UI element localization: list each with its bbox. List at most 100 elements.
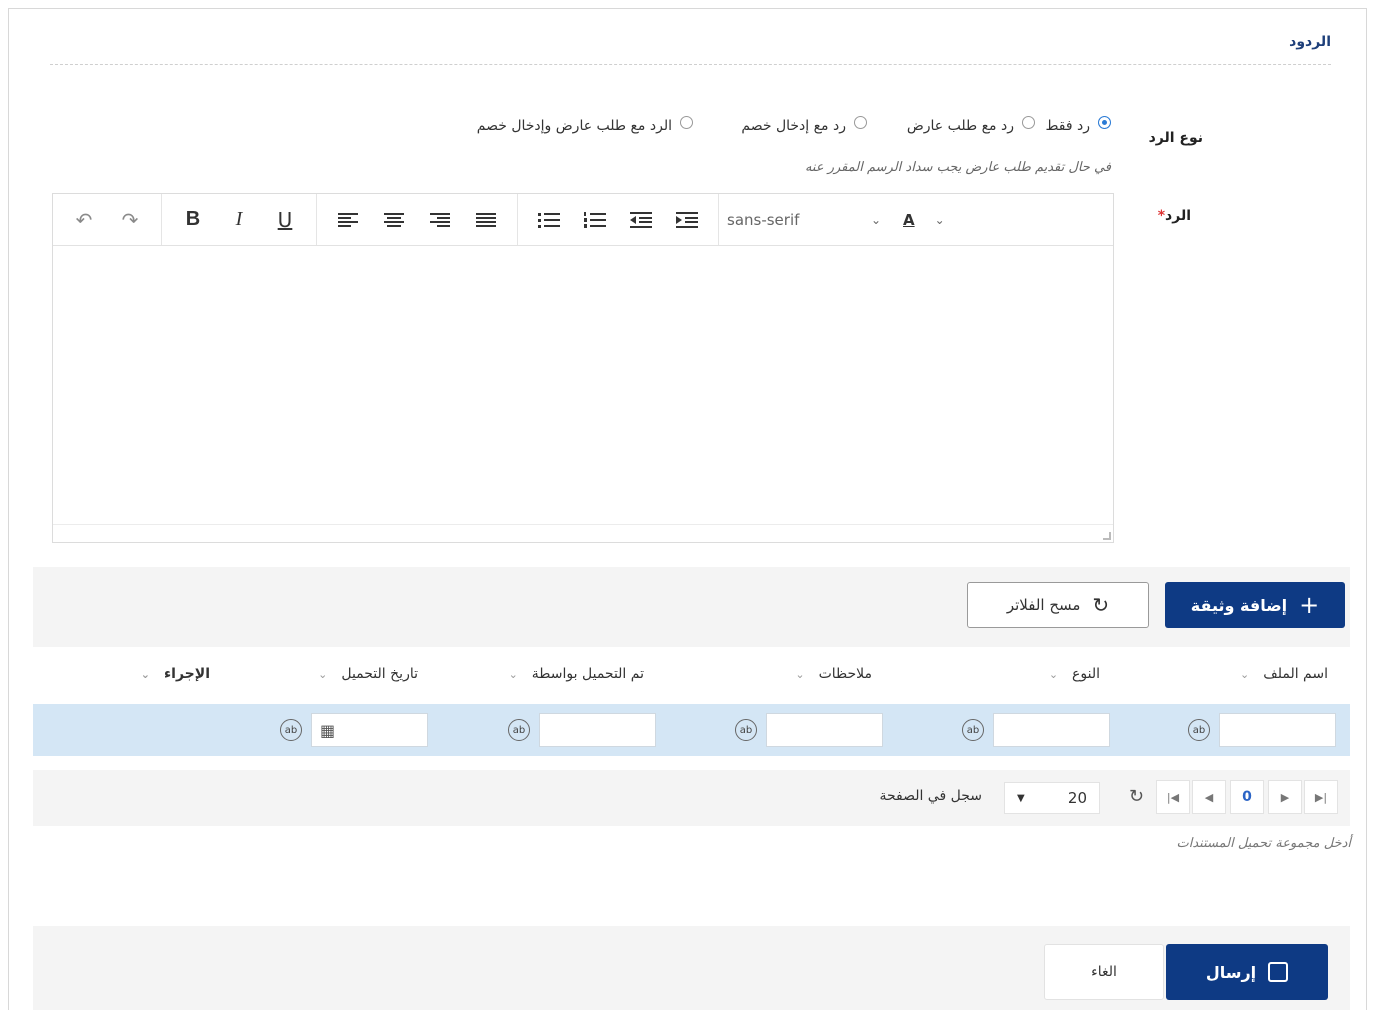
caret-down-icon: ▼	[1017, 792, 1025, 804]
chevron-down-icon: ⌄	[795, 667, 805, 681]
radio-reply-only-label: رد فقط	[1045, 118, 1090, 134]
page-size-value: 20	[1067, 789, 1087, 807]
column-header-action[interactable]: الإجراء ⌄	[141, 666, 210, 682]
editor-status-bar	[53, 524, 1113, 542]
radio-reply-with-request-and-discount-dot[interactable]	[680, 115, 693, 129]
column-header-notes[interactable]: ملاحظات ⌄	[795, 666, 872, 682]
add-document-button[interactable]: + إضافة وثيقة	[1165, 582, 1345, 628]
column-header-uploaded-by[interactable]: تم التحميل بواسطة ⌄	[509, 666, 644, 682]
send-label: إرسال	[1205, 962, 1257, 982]
form-footer: إرسال الغاء	[33, 926, 1350, 1010]
column-header-type[interactable]: النوع ⌄	[1049, 666, 1100, 682]
filter-operator-icon: ab	[508, 719, 530, 741]
radio-reply-with-request-dot[interactable]	[1022, 115, 1035, 129]
page-size-select[interactable]: ▼ 20	[1004, 782, 1100, 814]
redo-icon[interactable]: ↷	[107, 202, 153, 238]
refresh-icon[interactable]: ↻	[1129, 786, 1144, 807]
radio-reply-with-request-and-discount[interactable]: الرد مع طلب عارض وإدخال خصم	[476, 115, 693, 134]
radio-reply-with-discount-dot[interactable]	[854, 115, 867, 129]
filter-upload-date-input[interactable]: ▦	[311, 713, 428, 747]
filter-file-name-input[interactable]	[1219, 713, 1336, 747]
column-header-file-name[interactable]: اسم الملف ⌄	[1240, 666, 1328, 682]
numbered-list-icon[interactable]	[572, 202, 618, 238]
editor-toolbar: ↶ ↷ B I U sans-serif ⌄ A ⌄	[53, 194, 1113, 246]
align-justify-icon[interactable]	[463, 202, 509, 238]
undo-icon[interactable]: ↶	[61, 202, 107, 238]
save-icon	[1268, 962, 1289, 982]
chevron-down-icon: ⌄	[508, 667, 518, 681]
list-group	[518, 194, 719, 245]
chevron-down-icon: ⌄	[1240, 667, 1250, 681]
column-header-uploaded-by-label: تم التحميل بواسطة	[531, 666, 644, 682]
column-header-type-label: النوع	[1072, 666, 1100, 682]
column-header-notes-label: ملاحظات	[818, 666, 872, 682]
outdent-icon[interactable]	[618, 202, 664, 238]
align-left-icon[interactable]	[325, 202, 371, 238]
filter-operator-icon: ab	[735, 719, 757, 741]
text-color-icon: A	[903, 210, 915, 229]
current-page-button[interactable]: 0	[1230, 780, 1264, 814]
text-color-button[interactable]: A ⌄	[889, 211, 945, 229]
radio-reply-with-request-label: رد مع طلب عارض	[906, 118, 1014, 134]
previous-page-icon[interactable]: ◀	[1192, 780, 1226, 814]
grid-pager: ▶| ▶ 0 ◀ |◀ ↻ ▼ 20 سجل في الصفحة	[33, 770, 1350, 826]
send-button[interactable]: إرسال	[1166, 944, 1328, 1000]
next-page-icon[interactable]: ▶	[1268, 780, 1302, 814]
filter-notes-input[interactable]	[766, 713, 883, 747]
filter-type-operator[interactable]: ab	[955, 713, 991, 747]
filter-notes-operator[interactable]: ab	[728, 713, 764, 747]
align-center-icon[interactable]	[371, 202, 417, 238]
column-header-upload-date[interactable]: تاريخ التحميل ⌄	[318, 666, 418, 682]
first-page-icon[interactable]: |◀	[1156, 780, 1190, 814]
per-page-label: سجل في الصفحة	[879, 788, 982, 804]
indent-icon[interactable]	[664, 202, 710, 238]
filter-file-name-operator[interactable]: ab	[1181, 713, 1217, 747]
align-right-icon[interactable]	[417, 202, 463, 238]
radio-reply-with-request[interactable]: رد مع طلب عارض	[906, 115, 1035, 134]
section-divider	[50, 64, 1331, 65]
radio-reply-only[interactable]: رد فقط	[1045, 115, 1111, 134]
filter-operator-icon: ab	[280, 719, 302, 741]
bold-icon[interactable]: B	[170, 202, 216, 238]
add-document-label: إضافة وثيقة	[1190, 595, 1288, 615]
grid-header-row: اسم الملف ⌄ النوع ⌄ ملاحظات ⌄ تم التحميل…	[33, 648, 1350, 704]
section-title: الردود	[1289, 34, 1331, 50]
reply-label: الرد*	[1154, 208, 1191, 224]
align-group	[317, 194, 518, 245]
filter-operator-icon: ab	[962, 719, 984, 741]
filter-uploaded-by-input[interactable]	[539, 713, 656, 747]
filter-upload-date-operator[interactable]: ab	[273, 713, 309, 747]
reply-type-hint: في حال تقديم طلب عارض يجب سداد الرسم الم…	[804, 160, 1111, 175]
editor-content-area[interactable]	[53, 246, 1113, 524]
radio-reply-only-dot[interactable]	[1098, 115, 1111, 129]
column-header-file-name-label: اسم الملف	[1263, 666, 1328, 682]
filter-uploaded-by-operator[interactable]: ab	[501, 713, 537, 747]
history-group: ↶ ↷	[53, 194, 162, 245]
grid-toolbar: + إضافة وثيقة ↻ مسح الفلاتر	[33, 567, 1350, 647]
chevron-down-icon: ⌄	[934, 212, 945, 227]
resize-handle-icon[interactable]	[1103, 532, 1111, 540]
font-family-value: sans-serif	[727, 210, 800, 229]
column-header-action-label: الإجراء	[164, 666, 210, 682]
italic-icon[interactable]: I	[216, 202, 262, 238]
reply-type-label: نوع الرد	[1148, 130, 1203, 146]
column-header-upload-date-label: تاريخ التحميل	[341, 666, 418, 682]
underline-icon[interactable]: U	[262, 202, 308, 238]
clear-filters-button[interactable]: ↻ مسح الفلاتر	[967, 582, 1149, 628]
bullet-list-icon[interactable]	[526, 202, 572, 238]
plus-icon: +	[1299, 591, 1320, 619]
reply-label-text: الرد	[1165, 208, 1191, 224]
chevron-down-icon: ⌄	[1048, 667, 1059, 681]
grid-filter-row: ab ab ab ab ▦ ab	[33, 704, 1350, 756]
reply-editor: ↶ ↷ B I U sans-serif ⌄ A ⌄	[52, 193, 1114, 543]
clear-filters-label: مسح الفلاتر	[1006, 596, 1081, 614]
cancel-button[interactable]: الغاء	[1044, 944, 1164, 1000]
radio-reply-with-discount-label: رد مع إدخال خصم	[741, 118, 846, 134]
radio-reply-with-request-and-discount-label: الرد مع طلب عارض وإدخال خصم	[476, 118, 672, 134]
documents-hint: أدخل مجموعة تحميل المستندات	[1176, 836, 1352, 851]
font-family-select[interactable]: sans-serif ⌄	[719, 211, 889, 229]
calendar-icon[interactable]: ▦	[320, 721, 335, 740]
last-page-icon[interactable]: ▶|	[1304, 780, 1338, 814]
radio-reply-with-discount[interactable]: رد مع إدخال خصم	[741, 115, 867, 134]
filter-type-input[interactable]	[993, 713, 1110, 747]
